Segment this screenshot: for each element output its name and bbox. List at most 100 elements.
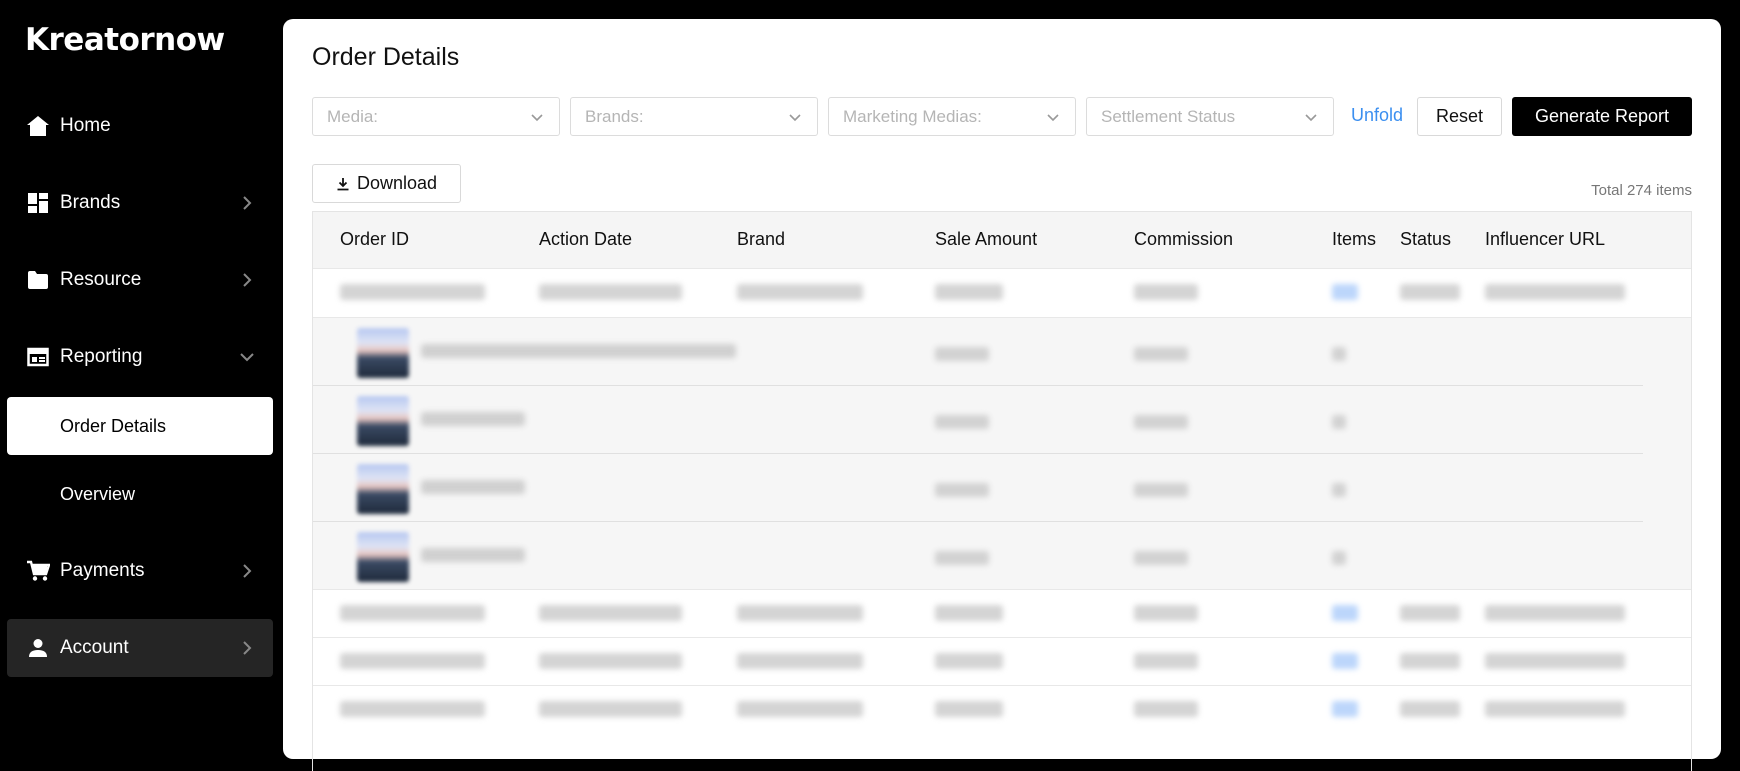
table-row[interactable] xyxy=(313,268,1691,316)
column-header-action-date[interactable]: Action Date xyxy=(539,229,632,250)
sidebar-item-label: Brands xyxy=(60,192,121,213)
person-icon xyxy=(25,635,51,661)
sidebar-item-label: Payments xyxy=(60,560,145,581)
marketing-medias-select[interactable]: Marketing Medias: xyxy=(828,97,1076,136)
column-header-influencer-url[interactable]: Influencer URL xyxy=(1485,229,1605,250)
product-thumbnail xyxy=(357,328,409,378)
sidebar-item-account[interactable]: Account xyxy=(7,619,273,677)
home-icon xyxy=(25,113,51,139)
product-quantity xyxy=(1332,551,1346,565)
brand-cell xyxy=(737,653,863,669)
column-header-order-id[interactable]: Order ID xyxy=(340,229,409,250)
chevron-down-icon xyxy=(1047,114,1059,122)
product-subrow xyxy=(313,386,1643,454)
order-id-cell xyxy=(340,653,485,669)
action-date-cell xyxy=(539,605,682,621)
media-select-placeholder: Media: xyxy=(327,106,379,126)
product-sale-amount xyxy=(935,551,989,565)
product-commission xyxy=(1134,347,1188,361)
generate-report-button[interactable]: Generate Report xyxy=(1512,97,1692,136)
sidebar-item-label: Overview xyxy=(60,483,136,504)
influencer-url-cell[interactable] xyxy=(1485,605,1625,621)
items-link-cell[interactable] xyxy=(1332,605,1358,621)
column-header-items[interactable]: Items xyxy=(1332,229,1376,250)
download-label: Download xyxy=(356,173,438,193)
items-link-cell[interactable] xyxy=(1332,653,1358,669)
items-link-cell[interactable] xyxy=(1332,284,1358,300)
chevron-down-icon xyxy=(789,114,801,122)
sale-amount-cell xyxy=(935,605,1003,621)
sidebar-item-label: Order Details xyxy=(60,415,167,436)
commission-cell xyxy=(1134,701,1198,717)
status-cell xyxy=(1400,605,1460,621)
column-header-sale-amount[interactable]: Sale Amount xyxy=(935,229,1037,250)
action-date-cell xyxy=(539,653,682,669)
reset-button[interactable]: Reset xyxy=(1417,97,1502,136)
media-select[interactable]: Media: xyxy=(312,97,560,136)
table-row[interactable] xyxy=(313,637,1691,685)
commission-cell xyxy=(1134,653,1198,669)
brands-select[interactable]: Brands: xyxy=(570,97,818,136)
action-date-cell xyxy=(539,701,682,717)
product-name xyxy=(421,480,525,494)
chevron-right-icon xyxy=(243,564,252,578)
chevron-right-icon xyxy=(243,641,252,655)
sidebar-item-payments[interactable]: Payments xyxy=(7,542,273,600)
commission-cell xyxy=(1134,284,1198,300)
product-commission xyxy=(1134,483,1188,497)
settlement-status-select[interactable]: Settlement Status xyxy=(1086,97,1334,136)
brand-logo[interactable]: Kreatornow xyxy=(25,22,225,58)
product-thumbnail xyxy=(357,532,409,582)
sidebar-item-label: Reporting xyxy=(60,346,143,367)
download-icon xyxy=(337,177,349,190)
brand-cell xyxy=(737,284,863,300)
table-header: Order ID Action Date Brand Sale Amount C… xyxy=(313,212,1691,268)
action-date-cell xyxy=(539,284,682,300)
table-row[interactable] xyxy=(313,685,1691,733)
column-header-brand[interactable]: Brand xyxy=(737,229,785,250)
commission-cell xyxy=(1134,605,1198,621)
items-link-cell[interactable] xyxy=(1332,701,1358,717)
sale-amount-cell xyxy=(935,701,1003,717)
brand-cell xyxy=(737,701,863,717)
download-button[interactable]: Download xyxy=(312,164,461,203)
product-commission xyxy=(1134,415,1188,429)
product-subrow xyxy=(313,318,1643,386)
product-name xyxy=(421,548,525,562)
folder-icon xyxy=(25,267,51,293)
column-header-commission[interactable]: Commission xyxy=(1134,229,1233,250)
chevron-right-icon xyxy=(243,196,252,210)
sidebar-item-resource[interactable]: Resource xyxy=(7,251,273,309)
orders-table: Order ID Action Date Brand Sale Amount C… xyxy=(312,211,1692,771)
chevron-down-icon xyxy=(1305,114,1317,122)
sidebar-item-reporting[interactable]: Reporting xyxy=(7,328,273,386)
main-panel: Order Details Media: Brands: Marketing M… xyxy=(283,19,1721,771)
product-sale-amount xyxy=(935,483,989,497)
status-cell xyxy=(1400,284,1460,300)
product-quantity xyxy=(1332,483,1346,497)
product-thumbnail xyxy=(357,396,409,446)
influencer-url-cell[interactable] xyxy=(1485,284,1625,300)
influencer-url-cell[interactable] xyxy=(1485,701,1625,717)
sidebar-item-brands[interactable]: Brands xyxy=(7,174,273,232)
expanded-items-panel xyxy=(313,317,1691,589)
product-sale-amount xyxy=(935,347,989,361)
product-subrow xyxy=(313,454,1643,522)
brands-select-placeholder: Brands: xyxy=(585,106,644,126)
sidebar-item-label: Resource xyxy=(60,269,142,290)
sidebar-item-home[interactable]: Home xyxy=(7,97,273,155)
brand-cell xyxy=(737,605,863,621)
total-items-count: Total 274 items xyxy=(1591,182,1692,199)
influencer-url-cell[interactable] xyxy=(1485,653,1625,669)
sidebar-item-overview[interactable]: Overview xyxy=(7,465,273,523)
sidebar-item-order-details[interactable]: Order Details xyxy=(7,397,273,455)
unfold-link[interactable]: Unfold xyxy=(1351,105,1403,126)
column-header-status[interactable]: Status xyxy=(1400,229,1451,250)
table-row[interactable] xyxy=(313,589,1691,637)
page-title: Order Details xyxy=(312,43,460,71)
product-quantity xyxy=(1332,347,1346,361)
cart-icon xyxy=(25,558,51,584)
status-cell xyxy=(1400,653,1460,669)
marketing-medias-placeholder: Marketing Medias: xyxy=(843,106,982,126)
sidebar-item-label: Home xyxy=(60,115,111,136)
